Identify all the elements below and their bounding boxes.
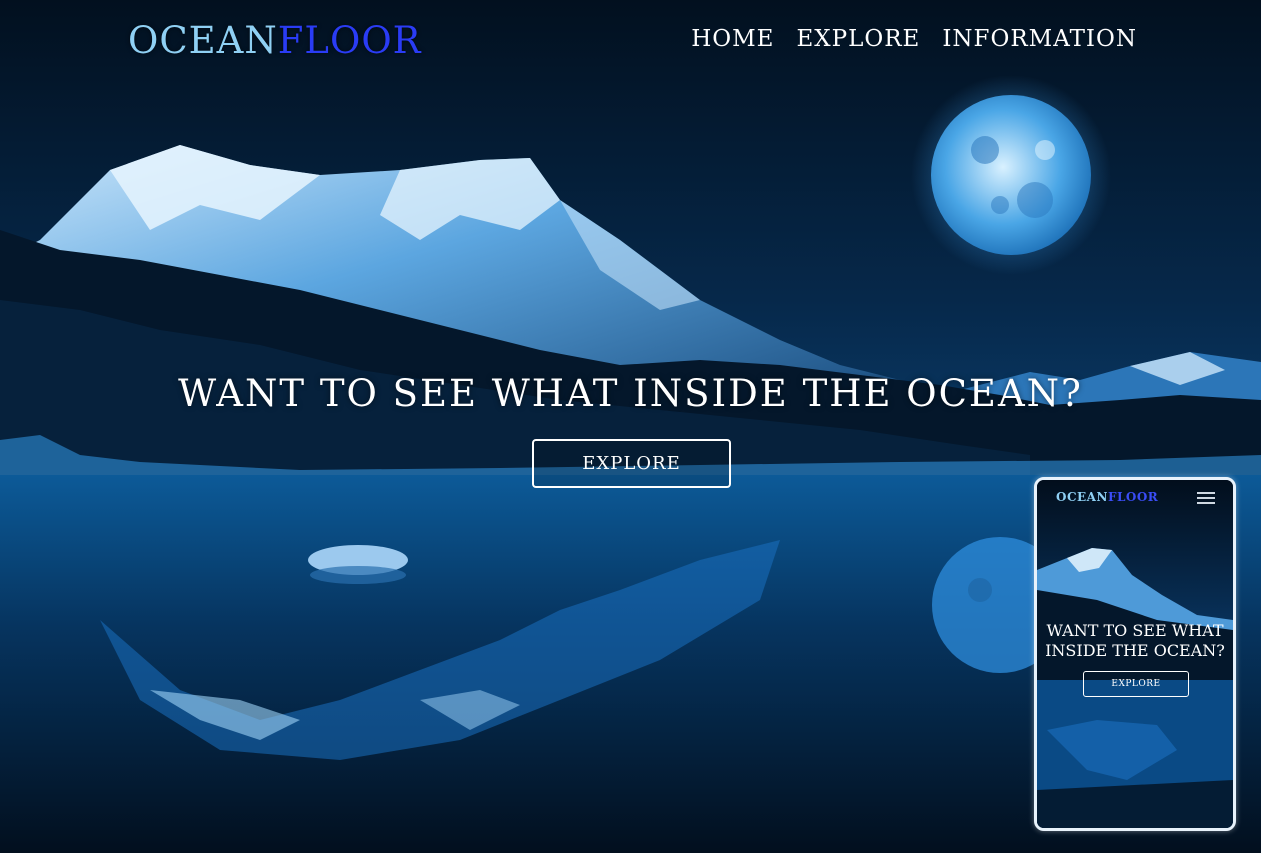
mobile-hero-title: WANT TO SEE WHAT INSIDE THE OCEAN? (1045, 621, 1225, 660)
mobile-logo-text-floor: FLOOR (1107, 490, 1159, 504)
mobile-logo-text-ocean: OCEAN (1056, 490, 1108, 504)
logo-text-ocean: OCEAN (128, 19, 278, 62)
main-nav: HOME EXPLORE INFORMATION (691, 26, 1137, 52)
mobile-logo[interactable]: OCEANFLOOR (1056, 490, 1158, 504)
nav-item-home[interactable]: HOME (691, 26, 774, 52)
hero-title: WANT TO SEE WHAT INSIDE THE OCEAN? (178, 372, 1083, 415)
site-header: OCEANFLOOR HOME EXPLORE INFORMATION (0, 0, 1261, 84)
logo-text-floor: FLOOR (277, 19, 422, 62)
hamburger-menu-icon[interactable] (1197, 492, 1215, 504)
mobile-preview: OCEANFLOOR WANT TO SEE WHAT INSIDE THE O… (1034, 477, 1236, 831)
nav-item-explore[interactable]: EXPLORE (796, 26, 920, 52)
explore-button[interactable]: EXPLORE (532, 439, 731, 488)
mobile-explore-button[interactable]: EXPLORE (1083, 671, 1189, 697)
site-logo[interactable]: OCEANFLOOR (128, 18, 422, 64)
nav-item-information[interactable]: INFORMATION (942, 26, 1137, 52)
